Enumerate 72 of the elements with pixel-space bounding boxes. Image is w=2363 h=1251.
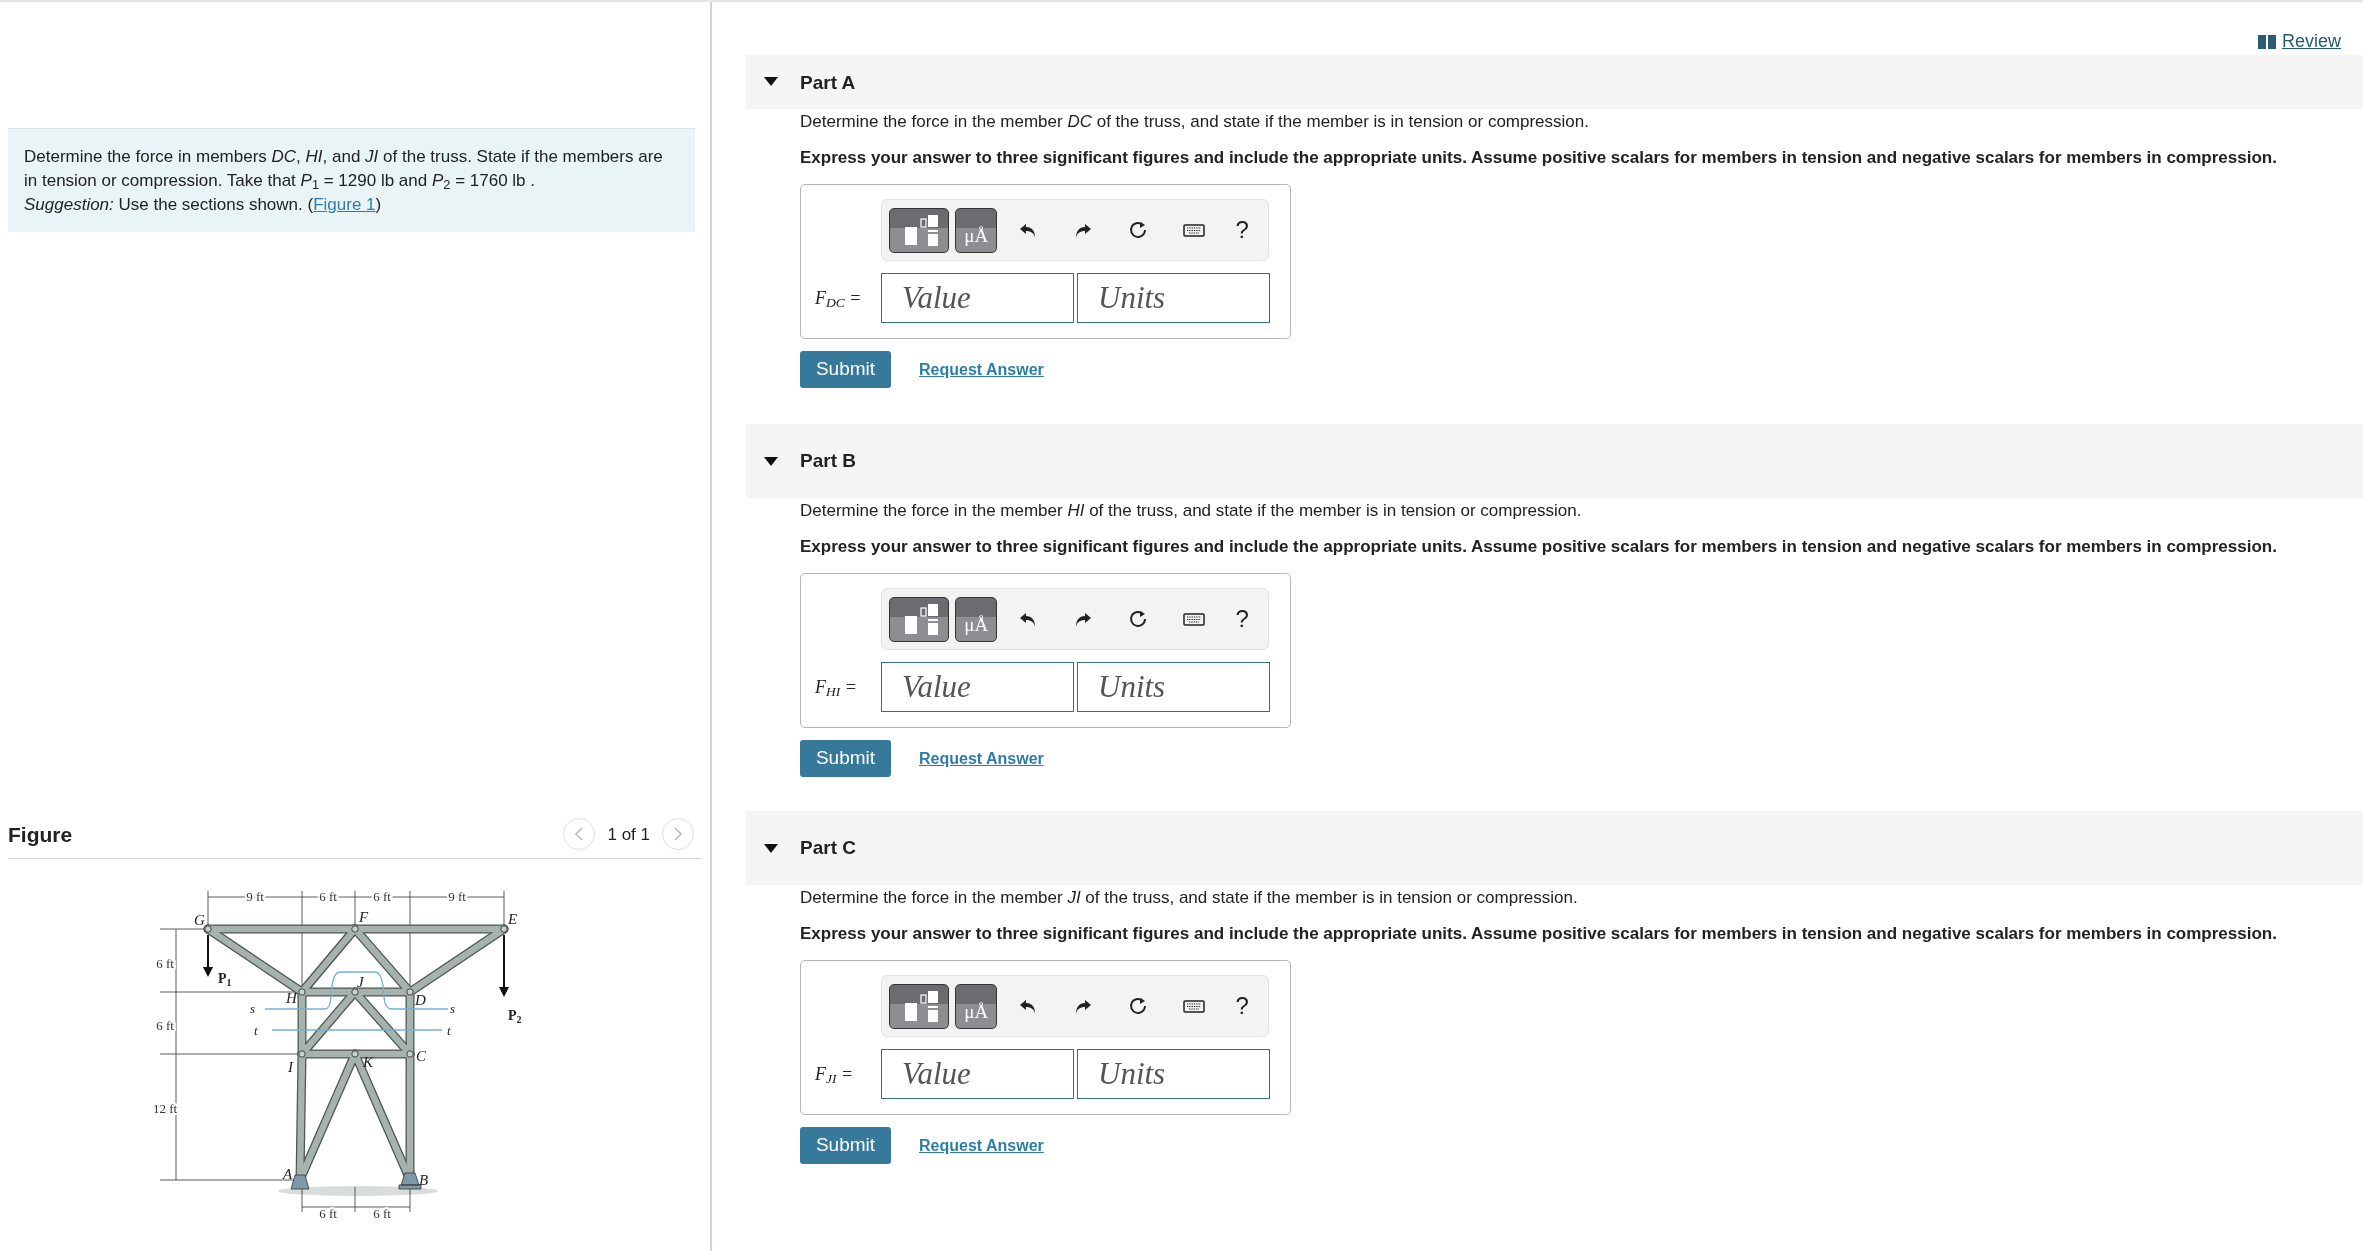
part-header[interactable]: Part B (746, 424, 2363, 498)
joint-label: E (508, 911, 518, 928)
question-text: Determine the force in the member JI of the truss, and state if the member is in tension or compression. (800, 887, 1579, 909)
joint-label: J (357, 974, 364, 991)
instruction-text: Express your answer to three significant figures and include the appropriate units. Assume positive scalars for members in tension and negative scalars for members in compression. (800, 535, 2278, 558)
load-label: P$_{1}$ (218, 971, 232, 989)
question-text: Determine the force in the member HI of the truss, and state if the member is in tension or compression. (800, 500, 1583, 522)
submit-button[interactable]: Submit (800, 740, 891, 777)
submit-button[interactable]: Submit (800, 351, 891, 388)
request-answer-link[interactable]: Request Answer (919, 357, 1044, 382)
dimension-label: 9 ft (448, 889, 466, 905)
help-button[interactable]: ? (1223, 986, 1261, 1026)
joint-label: I (288, 1059, 293, 1076)
template-button[interactable] (889, 983, 950, 1029)
joint-label: A (283, 1166, 293, 1183)
dimension-label: 6 ft (319, 1206, 337, 1222)
template-button[interactable] (889, 207, 950, 253)
instruction-text: Express your answer to three significant figures and include the appropriate units. Assume positive scalars for members in tension and negative scalars for members in compression. (800, 922, 2278, 945)
joint-label: K (363, 1054, 373, 1071)
figure-title: Figure (8, 821, 73, 848)
answer-label: F$_{HI}$ = (815, 675, 858, 701)
dimension-label: 6 ft (373, 1206, 391, 1222)
units-button[interactable]: μÅ (955, 983, 997, 1029)
units-button[interactable]: μÅ (955, 596, 997, 642)
section-label: s (450, 1001, 456, 1017)
instruction-text: Express your answer to three significant figures and include the appropriate units. Assume positive scalars for members in tension and negative scalars for members in compression. (800, 146, 2278, 169)
units-button[interactable]: μÅ (955, 207, 997, 253)
joint-label: G (194, 912, 205, 929)
load-arrow (499, 934, 509, 998)
review-link[interactable]: Review (2281, 28, 2341, 55)
page-counter: 1 of 1 (606, 823, 651, 846)
units-input[interactable]: Units (1077, 273, 1270, 323)
dimension-label: 6 ft (373, 889, 391, 905)
request-answer-link[interactable]: Request Answer (919, 746, 1044, 771)
joint-label: F (359, 909, 369, 926)
submit-button[interactable]: Submit (800, 1127, 891, 1164)
part-header[interactable]: Part A (746, 55, 2363, 109)
section-label: t (447, 1023, 451, 1039)
part-header[interactable]: Part C (746, 811, 2363, 885)
value-input[interactable]: Value (881, 273, 1074, 323)
dimension-label: 12 ft (152, 1101, 178, 1117)
joint-label: D (415, 992, 426, 1009)
section-label: t (254, 1023, 258, 1039)
part-title: Part C (800, 835, 856, 860)
value-input[interactable]: Value (881, 662, 1074, 712)
units-input[interactable]: Units (1077, 662, 1270, 712)
part-title: Part A (800, 71, 856, 95)
answer-label: F$_{DC}$ = (815, 286, 863, 312)
part-title: Part B (800, 448, 856, 473)
section-label: s (250, 1001, 256, 1017)
dimension-label: 9 ft (246, 889, 264, 905)
request-answer-link[interactable]: Request Answer (919, 1133, 1044, 1158)
joint-label: B (419, 1172, 429, 1189)
dimension-label: 6 ft (156, 1018, 174, 1034)
value-input[interactable]: Value (881, 1049, 1074, 1099)
load-label: P$_{2}$ (508, 1008, 522, 1026)
dimension-label: 6 ft (319, 889, 337, 905)
help-button[interactable]: ? (1223, 599, 1261, 639)
template-button[interactable] (889, 596, 950, 642)
load-arrow (203, 934, 213, 978)
chevron-left-icon (574, 826, 585, 843)
question-text: Determine the force in the member DC of the truss, and state if the member is in tension or compression. (800, 111, 1590, 133)
chevron-right-icon (673, 826, 683, 843)
joint-label: H (286, 990, 297, 1007)
book-icon (2257, 34, 2276, 49)
problem-statement: Determine the force in members DC, HI, and JI of the truss. State if the members are in tension or compression. Take that P$_{1}$ = 1290 lb and P$_{2}$ = 1760 lb . Suggestion: Use the sections shown. (Figure 1) (24, 146, 664, 216)
answer-label: F$_{JI}$ = (815, 1062, 855, 1088)
figure-link[interactable]: Figure 1 (313, 194, 376, 214)
dimension-label: 6 ft (156, 956, 174, 972)
units-input[interactable]: Units (1077, 1049, 1270, 1099)
help-button[interactable]: ? (1223, 210, 1261, 250)
joint-label: C (416, 1048, 426, 1065)
